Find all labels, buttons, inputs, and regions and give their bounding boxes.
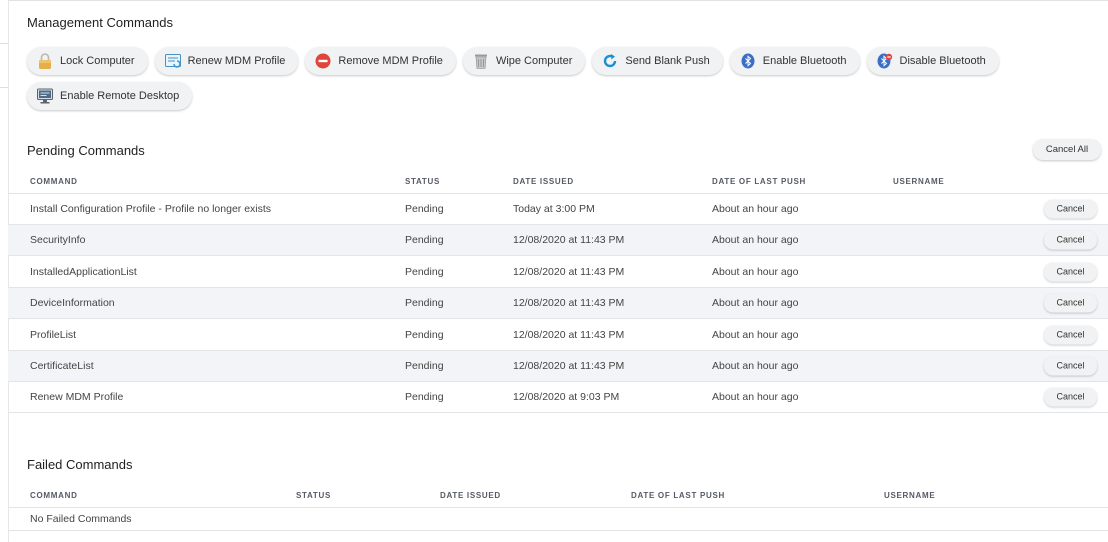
date-issued-cell: 12/08/2020 at 11:43 PM xyxy=(513,234,625,246)
cancel-button[interactable]: Cancel xyxy=(1044,356,1097,376)
failed-commands-title: Failed Commands xyxy=(27,457,133,472)
table-row: SecurityInfo Pending 12/08/2020 at 11:43… xyxy=(8,225,1108,256)
send-blank-push-button[interactable]: Send Blank Push xyxy=(592,47,723,75)
enable-bluetooth-button[interactable]: Enable Bluetooth xyxy=(729,47,860,75)
pending-commands-title: Pending Commands xyxy=(27,143,145,158)
column-header-command: COMMAND xyxy=(30,177,78,186)
column-header-date-last-push: DATE OF LAST PUSH xyxy=(631,491,725,500)
divider xyxy=(0,87,8,88)
date-issued-cell: 12/08/2020 at 11:43 PM xyxy=(513,265,625,278)
column-header-username: USERNAME xyxy=(893,177,945,186)
empty-state-text: No Failed Commands xyxy=(30,512,132,525)
management-commands-title: Management Commands xyxy=(27,15,173,30)
date-issued-cell: 12/08/2020 at 11:43 PM xyxy=(513,360,625,372)
empty-state-row: No Failed Commands xyxy=(8,507,1108,531)
cancel-button[interactable]: Cancel xyxy=(1044,387,1097,407)
status-cell: Pending xyxy=(405,234,444,246)
renew-mdm-profile-button[interactable]: Renew MDM Profile xyxy=(154,47,299,75)
status-cell: Pending xyxy=(405,265,444,278)
last-push-cell: About an hour ago xyxy=(712,391,799,403)
bluetooth-icon xyxy=(740,53,756,69)
bluetooth-disabled-icon xyxy=(877,53,893,69)
command-cell: ProfileList xyxy=(30,328,77,341)
date-issued-cell: 12/08/2020 at 11:43 PM xyxy=(513,297,625,309)
lock-computer-button[interactable]: Lock Computer xyxy=(27,47,148,75)
remove-icon xyxy=(315,53,331,69)
status-cell: Pending xyxy=(405,391,444,403)
last-push-cell: About an hour ago xyxy=(712,234,799,246)
status-cell: Pending xyxy=(405,360,444,372)
column-header-status: STATUS xyxy=(296,491,332,500)
renew-profile-icon xyxy=(164,53,181,69)
status-cell: Pending xyxy=(405,297,444,309)
column-header-date-issued: DATE ISSUED xyxy=(513,177,574,186)
table-row: Install Configuration Profile - Profile … xyxy=(8,193,1108,225)
column-header-command: COMMAND xyxy=(30,491,78,500)
table-row: InstalledApplicationList Pending 12/08/2… xyxy=(8,256,1108,288)
disable-bluetooth-button[interactable]: Disable Bluetooth xyxy=(866,47,999,75)
cancel-button[interactable]: Cancel xyxy=(1044,230,1097,250)
wipe-computer-button[interactable]: Wipe Computer xyxy=(462,47,586,75)
last-push-cell: About an hour ago xyxy=(712,360,799,372)
date-issued-cell: 12/08/2020 at 9:03 PM xyxy=(513,391,620,403)
column-header-date-issued: DATE ISSUED xyxy=(440,491,501,500)
column-header-username: USERNAME xyxy=(884,491,936,500)
last-push-cell: About an hour ago xyxy=(712,297,799,309)
refresh-icon xyxy=(602,53,618,69)
column-header-status: STATUS xyxy=(405,177,441,186)
management-buttons-row-2: Enable Remote Desktop xyxy=(27,82,199,110)
enable-remote-desktop-button[interactable]: Enable Remote Desktop xyxy=(27,82,193,110)
date-issued-cell: Today at 3:00 PM xyxy=(513,202,595,215)
command-cell: Renew MDM Profile xyxy=(30,391,124,403)
lock-icon xyxy=(37,53,53,69)
column-header-date-last-push: DATE OF LAST PUSH xyxy=(712,177,806,186)
failed-table-header: COMMAND STATUS DATE ISSUED DATE OF LAST … xyxy=(8,485,1108,508)
cancel-button[interactable]: Cancel xyxy=(1044,293,1097,313)
main-content: Management Commands Lock Computer Renew … xyxy=(8,0,1108,542)
status-cell: Pending xyxy=(405,202,444,215)
status-cell: Pending xyxy=(405,328,444,341)
cancel-button[interactable]: Cancel xyxy=(1044,199,1097,218)
table-row: ProfileList Pending 12/08/2020 at 11:43 … xyxy=(8,319,1108,351)
date-issued-cell: 12/08/2020 at 11:43 PM xyxy=(513,328,625,341)
cancel-button[interactable]: Cancel xyxy=(1044,262,1097,281)
table-row: DeviceInformation Pending 12/08/2020 at … xyxy=(8,288,1108,319)
divider xyxy=(0,43,8,44)
management-buttons-row-1: Lock Computer Renew MDM Profile Remove M… xyxy=(27,47,1006,75)
command-cell: Install Configuration Profile - Profile … xyxy=(30,202,272,215)
last-push-cell: About an hour ago xyxy=(712,328,799,341)
pending-table-header: COMMAND STATUS DATE ISSUED DATE OF LAST … xyxy=(8,171,1108,194)
command-cell: InstalledApplicationList xyxy=(30,265,137,278)
command-cell: SecurityInfo xyxy=(30,234,86,246)
command-cell: CertificateList xyxy=(30,360,94,372)
table-row: CertificateList Pending 12/08/2020 at 11… xyxy=(8,351,1108,382)
trash-icon xyxy=(473,53,489,69)
remote-desktop-icon xyxy=(37,88,53,104)
cancel-all-button[interactable]: Cancel All xyxy=(1033,139,1101,160)
cancel-button[interactable]: Cancel xyxy=(1044,325,1097,344)
last-push-cell: About an hour ago xyxy=(712,202,799,215)
command-cell: DeviceInformation xyxy=(30,297,115,309)
remove-mdm-profile-button[interactable]: Remove MDM Profile xyxy=(305,47,456,75)
table-row: Renew MDM Profile Pending 12/08/2020 at … xyxy=(8,382,1108,413)
last-push-cell: About an hour ago xyxy=(712,265,799,278)
